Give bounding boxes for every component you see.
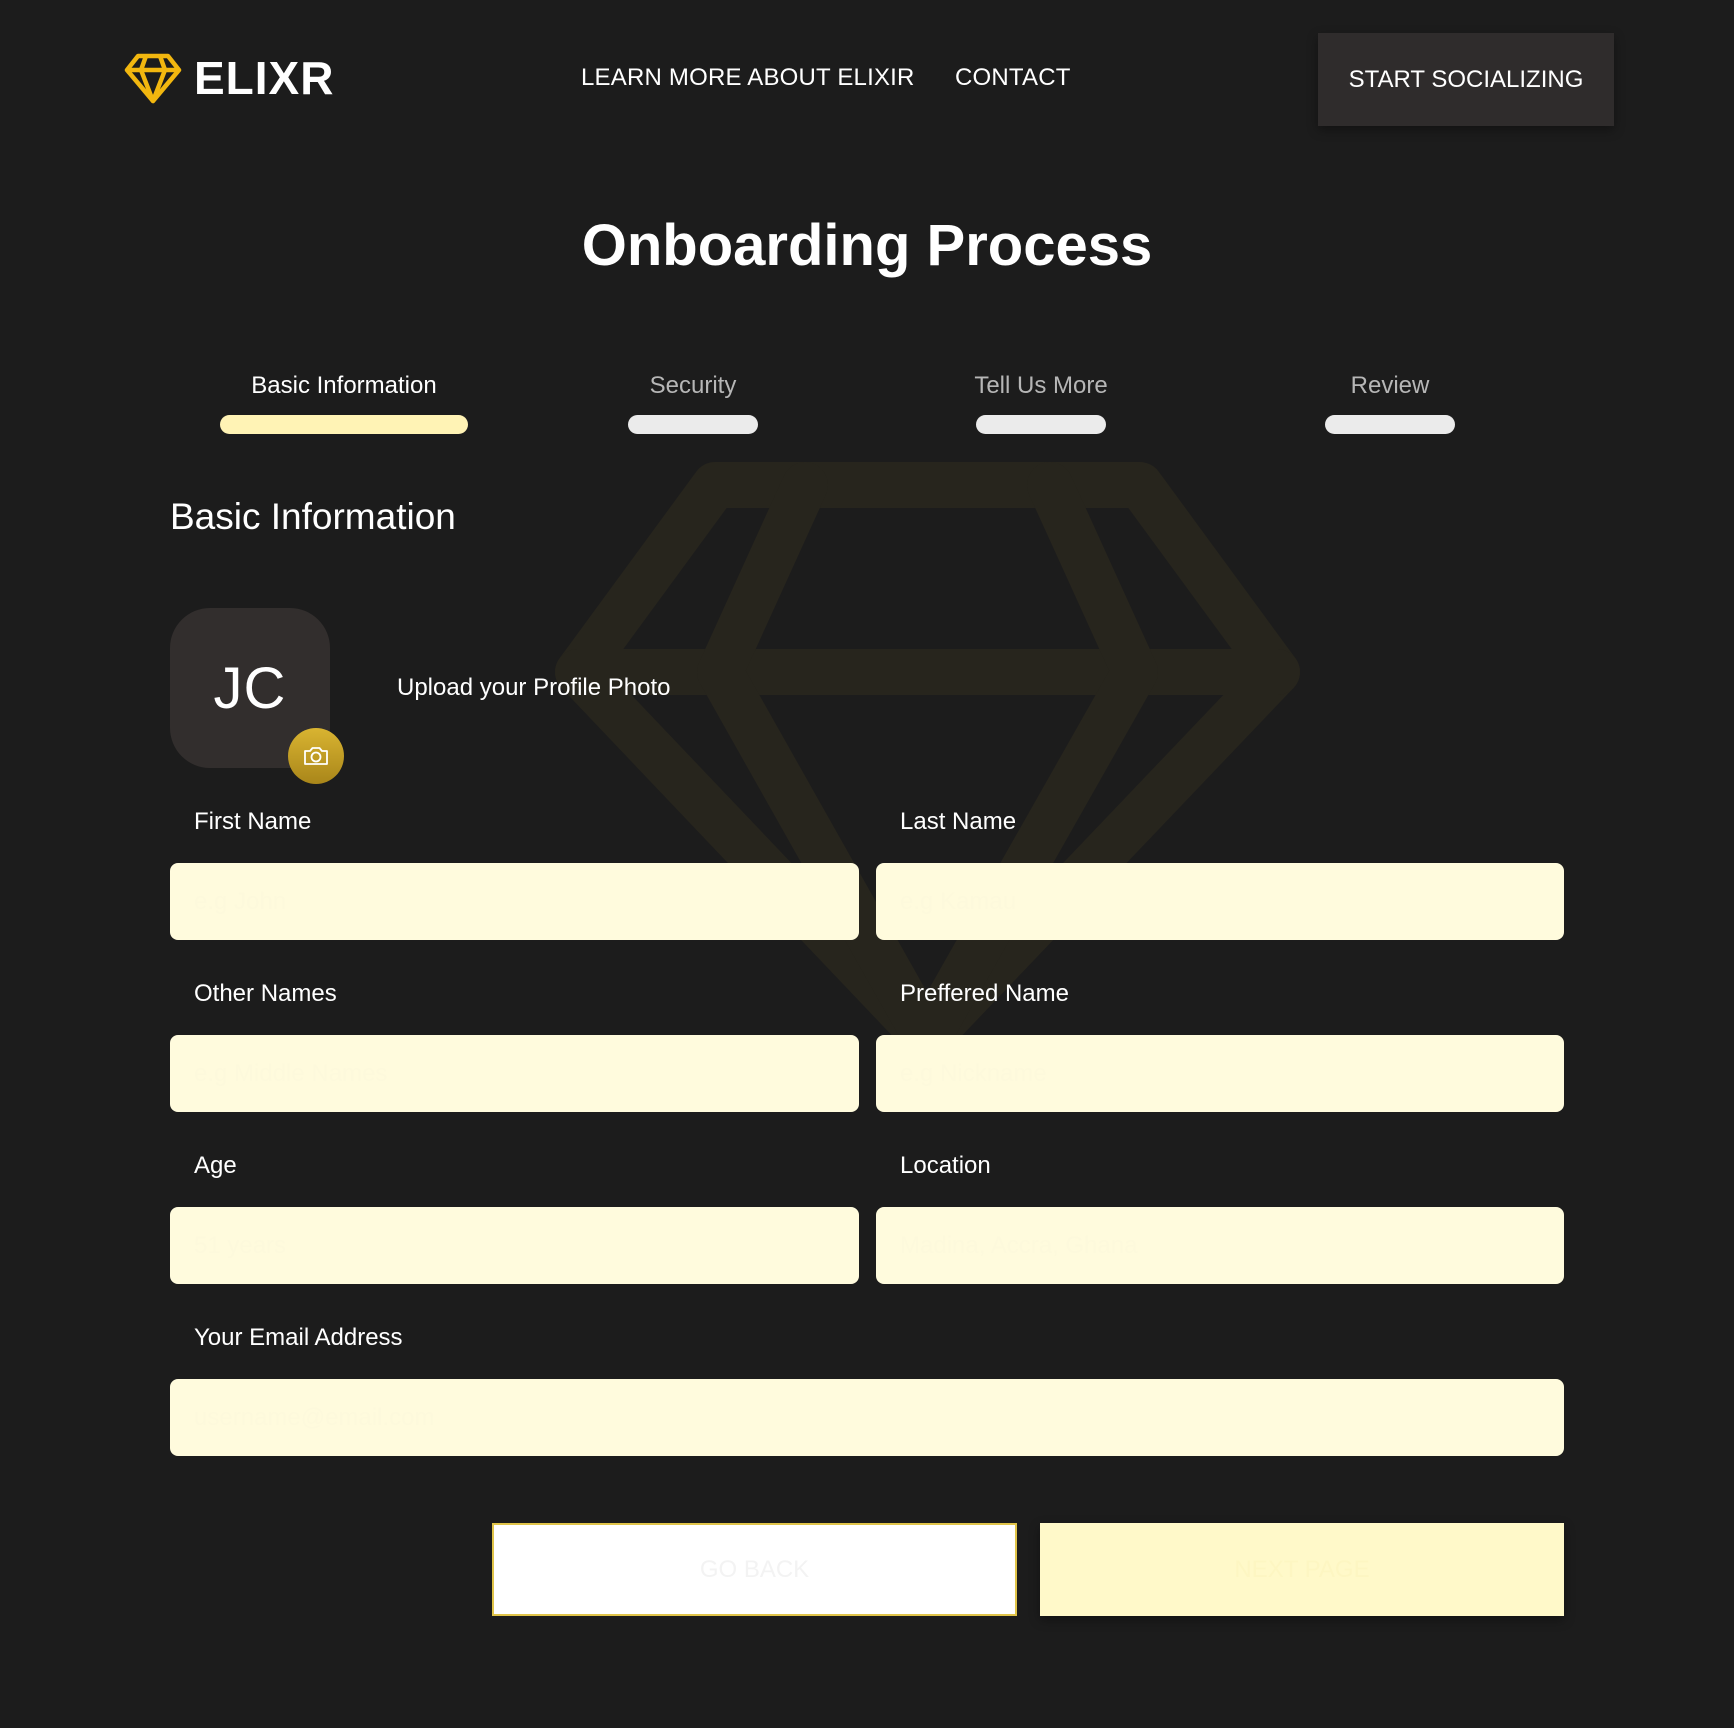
section-heading: Basic Information [170, 496, 456, 537]
brand-name: ELIXR [194, 52, 335, 104]
first-name-field[interactable] [170, 863, 859, 940]
step-label: Security [649, 372, 737, 399]
step-progress-bar [628, 415, 758, 434]
location-field[interactable] [876, 1207, 1564, 1284]
step-label: Review [1350, 372, 1430, 399]
location-label: Location [900, 1152, 991, 1179]
step-progress-bar [1325, 415, 1455, 434]
nav-contact[interactable]: CONTACT [955, 64, 1071, 92]
step-review[interactable]: Review [1290, 370, 1490, 434]
nav-learn-more[interactable]: LEARN MORE ABOUT ELIXIR [581, 64, 915, 92]
header: ELIXR LEARN MORE ABOUT ELIXIR CONTACT ST… [0, 0, 1734, 160]
step-progress-bar [976, 415, 1106, 434]
step-label: Basic Information [251, 372, 437, 399]
go-back-button[interactable]: GO BACK [492, 1523, 1017, 1616]
next-page-button[interactable]: NEXT PAGE [1040, 1523, 1564, 1616]
first-name-label: First Name [194, 808, 312, 835]
camera-icon [304, 747, 328, 765]
email-field[interactable] [170, 1379, 1564, 1456]
other-names-field[interactable] [170, 1035, 859, 1112]
step-tell-us-more[interactable]: Tell Us More [941, 370, 1141, 434]
age-field[interactable] [170, 1207, 859, 1284]
logo[interactable]: ELIXR [124, 52, 334, 104]
step-security[interactable]: Security [593, 370, 793, 434]
watermark-diamond-icon [555, 462, 1300, 1062]
start-socializing-button[interactable]: START SOCIALIZING [1318, 33, 1614, 126]
step-progress-bar [220, 415, 468, 434]
upload-photo-button[interactable] [288, 728, 344, 784]
step-basic-information[interactable]: Basic Information [220, 370, 468, 434]
last-name-field[interactable] [876, 863, 1564, 940]
onboarding-page: ELIXR LEARN MORE ABOUT ELIXIR CONTACT ST… [0, 0, 1734, 1728]
last-name-label: Last Name [900, 808, 1017, 835]
preferred-name-field[interactable] [876, 1035, 1564, 1112]
page-title: Onboarding Process [581, 213, 1153, 278]
step-label: Tell Us More [974, 372, 1108, 399]
avatar-initials: JC [213, 655, 287, 721]
other-names-label: Other Names [194, 980, 337, 1007]
age-label: Age [194, 1152, 237, 1179]
upload-photo-label: Upload your Profile Photo [397, 674, 671, 701]
preferred-name-label: Preffered Name [900, 980, 1069, 1007]
diamond-icon [124, 53, 182, 104]
email-label: Your Email Address [194, 1324, 403, 1351]
